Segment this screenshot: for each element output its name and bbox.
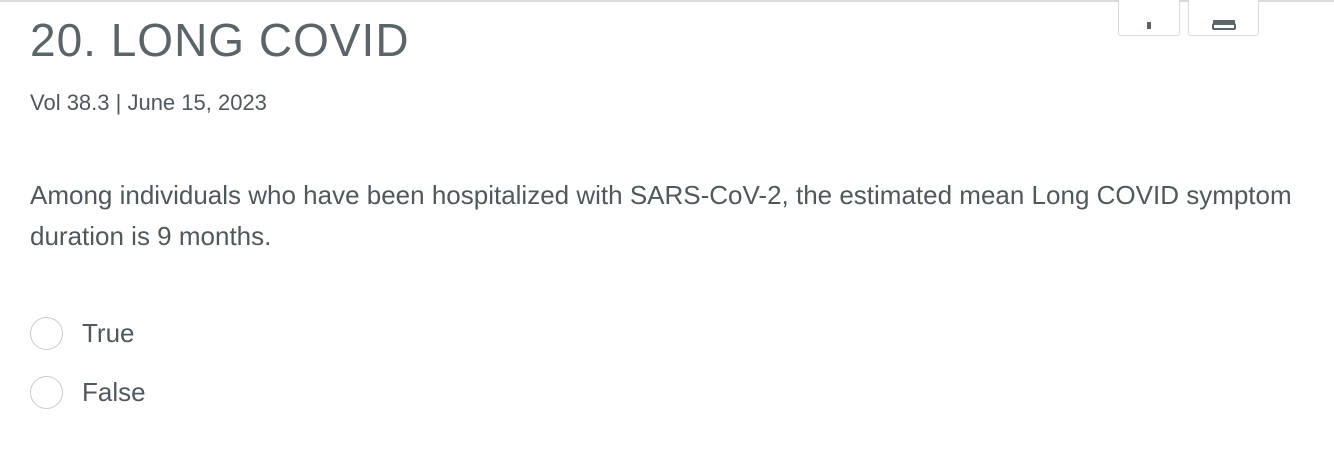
false-radio[interactable] bbox=[30, 376, 63, 409]
question-text: Among individuals who have been hospital… bbox=[30, 180, 1292, 251]
printer-icon bbox=[1211, 20, 1236, 30]
false-label: False bbox=[82, 377, 146, 407]
option-false[interactable]: False bbox=[30, 376, 146, 409]
true-radio[interactable] bbox=[30, 317, 63, 350]
page-title: 20. LONG COVID bbox=[30, 14, 410, 66]
question-mark-icon bbox=[1147, 22, 1151, 29]
option-true[interactable]: True bbox=[30, 317, 135, 350]
true-label: True bbox=[82, 318, 135, 348]
print-button[interactable] bbox=[1188, 0, 1259, 36]
help-button[interactable] bbox=[1118, 0, 1180, 36]
issue-meta: Vol 38.3 | June 15, 2023 bbox=[30, 90, 267, 115]
